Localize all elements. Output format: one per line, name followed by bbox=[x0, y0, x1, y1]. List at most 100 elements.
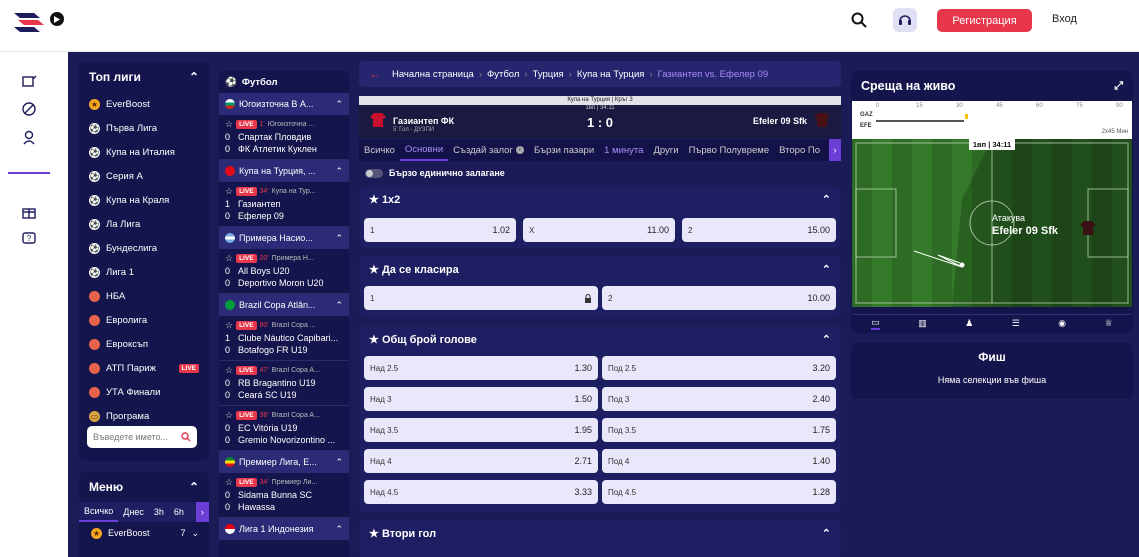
breadcrumb-item[interactable]: Газиантеп vs. Ефелер 09 bbox=[658, 69, 769, 80]
chevron-right-icon[interactable]: › bbox=[829, 139, 841, 161]
collapse-icon[interactable]: ⌃ bbox=[335, 166, 343, 177]
menu-tab[interactable]: Всичко bbox=[79, 502, 119, 522]
odd-button[interactable]: Над 3 1.50 bbox=[364, 387, 598, 411]
live-event-row[interactable]: ☆ LIVE 80' Brazil Copa ... 1 Clube Náutico Ca… bbox=[219, 316, 349, 361]
search-icon[interactable] bbox=[850, 11, 868, 29]
odd-button[interactable]: Под 4.5 1.28 bbox=[602, 480, 836, 504]
collapse-icon[interactable]: ⌃ bbox=[822, 193, 831, 206]
breadcrumb-item[interactable]: Начална страница bbox=[392, 69, 474, 80]
market-tab[interactable]: Първо Полувреме bbox=[684, 139, 775, 161]
league-item[interactable]: АТП Париж LIVE bbox=[79, 356, 209, 380]
league-item[interactable]: НБА bbox=[79, 284, 209, 308]
live-ball-icon[interactable] bbox=[20, 100, 38, 118]
play-icon[interactable] bbox=[50, 12, 64, 26]
market-tab[interactable]: Основни bbox=[399, 139, 449, 161]
star-icon[interactable]: ☆ bbox=[225, 186, 233, 197]
league-group-header[interactable]: Премиер Лига, Е... ⌃ bbox=[219, 451, 349, 473]
collapse-icon[interactable]: ⌃ bbox=[189, 480, 199, 494]
odd-button[interactable]: Над 2.5 1.30 bbox=[364, 356, 598, 380]
breadcrumb-item[interactable]: Купа на Турция bbox=[577, 69, 645, 80]
pitch-view-icon[interactable]: ▭ bbox=[871, 317, 880, 330]
market-tab[interactable]: Бързи пазари bbox=[529, 139, 599, 161]
live-event-row[interactable]: ☆ LIVE 34' Премиер Ли... 0 Sidama Bunna SC 0 Ha… bbox=[219, 473, 349, 518]
star-icon[interactable]: ☆ bbox=[225, 410, 233, 421]
league-item[interactable]: ▭ Програма bbox=[79, 404, 209, 428]
menu-tab[interactable]: Днес bbox=[118, 502, 149, 522]
odd-button[interactable]: Над 3.5 1.95 bbox=[364, 418, 598, 442]
collapse-icon[interactable]: ⌃ bbox=[335, 99, 343, 110]
live-event-row[interactable]: ☆ LIVE 34' Купа на Тур... 1 Газиантеп 0 Ефелер … bbox=[219, 182, 349, 227]
expand-icon[interactable]: ⤢ bbox=[1114, 80, 1123, 93]
market-tab[interactable]: Второ По bbox=[774, 139, 825, 161]
collapse-icon[interactable]: ⌃ bbox=[335, 524, 343, 535]
gift-icon[interactable] bbox=[20, 202, 38, 220]
star-icon[interactable]: ☆ bbox=[225, 119, 233, 130]
support-headset-icon[interactable] bbox=[893, 8, 917, 32]
menu-tab[interactable]: 3h bbox=[149, 502, 169, 522]
collapse-icon[interactable]: ⌃ bbox=[822, 527, 831, 540]
star-icon[interactable]: ★ bbox=[369, 528, 379, 540]
league-item[interactable]: ⚽ Лига 1 bbox=[79, 260, 209, 284]
collapse-icon[interactable]: ⌃ bbox=[822, 263, 831, 276]
commentary-mic-icon[interactable]: ◉ bbox=[1058, 318, 1066, 329]
login-button[interactable]: Вход bbox=[1052, 13, 1077, 25]
league-item[interactable]: ⚽ Първа Лига bbox=[79, 116, 209, 140]
league-group-header[interactable]: Brazil Copa Atlân... ⌃ bbox=[219, 294, 349, 316]
odd-button[interactable]: Под 3.5 1.75 bbox=[602, 418, 836, 442]
breadcrumb-item[interactable]: Футбол bbox=[487, 69, 519, 80]
league-item[interactable]: Евроксъп bbox=[79, 332, 209, 356]
odd-button[interactable]: Под 2.5 3.20 bbox=[602, 356, 836, 380]
star-icon[interactable]: ☆ bbox=[225, 365, 233, 376]
help-icon[interactable]: ? bbox=[20, 230, 38, 248]
chevron-right-icon[interactable]: › bbox=[196, 502, 209, 522]
stats-bars-icon[interactable]: ▥ bbox=[918, 318, 927, 329]
league-item[interactable]: ⚽ Серия А bbox=[79, 164, 209, 188]
league-search-input[interactable]: Въведете името... bbox=[87, 426, 197, 448]
collapse-icon[interactable]: ⌃ bbox=[335, 457, 343, 468]
league-item[interactable]: ⚽ Купа на Италия bbox=[79, 140, 209, 164]
menu-item-everboost[interactable]: EverBoost bbox=[108, 528, 150, 538]
collapse-icon[interactable]: ⌃ bbox=[335, 233, 343, 244]
menu-tab[interactable]: 6h bbox=[169, 502, 189, 522]
table-icon[interactable]: ☰ bbox=[1012, 318, 1020, 329]
odd-button[interactable]: X 11.00 bbox=[523, 218, 675, 242]
trophy-icon[interactable]: ♕ bbox=[1105, 318, 1113, 329]
breadcrumb-item[interactable]: Турция bbox=[533, 69, 564, 80]
quick-bet-toggle[interactable] bbox=[365, 168, 383, 178]
collapse-icon[interactable]: ⌃ bbox=[822, 333, 831, 346]
odd-button[interactable]: Под 4 1.40 bbox=[602, 449, 836, 473]
odd-button[interactable]: 1 1.02 bbox=[364, 218, 516, 242]
star-icon[interactable]: ☆ bbox=[225, 253, 233, 264]
sports-icon[interactable] bbox=[20, 72, 38, 90]
register-button[interactable]: Регистрация bbox=[937, 9, 1032, 32]
league-item[interactable]: УТА Финали bbox=[79, 380, 209, 404]
star-icon[interactable]: ★ bbox=[369, 194, 379, 206]
league-group-header[interactable]: Лига 1 Индонезия ⌃ bbox=[219, 518, 349, 540]
star-icon[interactable]: ☆ bbox=[225, 320, 233, 331]
league-item[interactable]: ⚽ Ла Лига bbox=[79, 212, 209, 236]
back-arrow-icon[interactable]: ← bbox=[369, 67, 381, 81]
league-group-header[interactable]: Югоизточна В А... ⌃ bbox=[219, 93, 349, 115]
league-group-header[interactable]: Примера Насио... ⌃ bbox=[219, 227, 349, 249]
live-event-row[interactable]: ☆ LIVE 1' Югоизточна ... 0 Спартак Пловдив 0 ФК… bbox=[219, 115, 349, 160]
market-tab[interactable]: Създай залог i bbox=[448, 139, 529, 161]
odd-button[interactable]: 2 15.00 bbox=[682, 218, 836, 242]
brand-logo[interactable] bbox=[12, 9, 48, 35]
market-tab[interactable]: Други bbox=[648, 139, 683, 161]
odd-button[interactable]: Над 4.5 3.33 bbox=[364, 480, 598, 504]
star-icon[interactable]: ☆ bbox=[225, 477, 233, 488]
collapse-icon[interactable]: ⌃ bbox=[335, 300, 343, 311]
league-item[interactable]: ★ EverBoost bbox=[79, 92, 209, 116]
live-event-row[interactable]: ☆ LIVE 36' Brazil Copa A... 0 EC Vitória U19 0… bbox=[219, 406, 349, 451]
league-item[interactable]: ⚽ Купа на Краля bbox=[79, 188, 209, 212]
star-icon[interactable]: ★ bbox=[369, 334, 379, 346]
odd-button[interactable]: Над 4 2.71 bbox=[364, 449, 598, 473]
league-group-header[interactable]: Купа на Турция, ... ⌃ bbox=[219, 160, 349, 182]
odd-button[interactable]: 2 10.00 bbox=[602, 286, 836, 310]
market-tab[interactable]: 1 минута bbox=[599, 139, 648, 161]
star-icon[interactable]: ★ bbox=[369, 264, 379, 276]
lineups-icon[interactable]: ♟ bbox=[965, 318, 973, 329]
casino-icon[interactable] bbox=[20, 128, 38, 146]
collapse-icon[interactable]: ⌃ bbox=[189, 70, 199, 84]
live-event-row[interactable]: ☆ LIVE 20' Примера Н... 0 All Boys U20 0 Deport… bbox=[219, 249, 349, 294]
